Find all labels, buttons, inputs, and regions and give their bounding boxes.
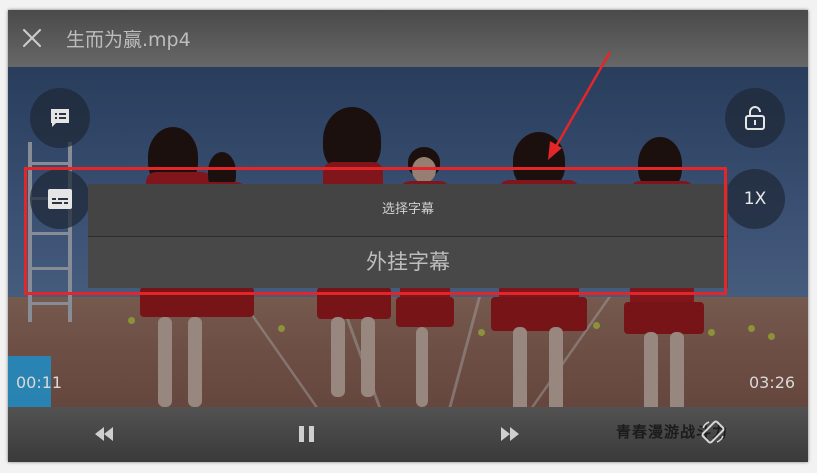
rewind-icon[interactable] (92, 422, 116, 446)
duration: 03:26 (749, 373, 796, 392)
pause-icon[interactable] (296, 422, 318, 446)
annotation-arrow (548, 51, 612, 160)
fast-forward-icon[interactable] (498, 422, 522, 446)
video-player: 生而为赢.mp4 1X 选择字幕 外挂字幕 00:11 03:26 青春漫游战斗… (8, 10, 808, 462)
screen-rotate-icon[interactable] (700, 419, 726, 445)
current-time: 00:11 (16, 373, 63, 392)
control-bar: 青春漫游战斗力 (8, 407, 808, 462)
